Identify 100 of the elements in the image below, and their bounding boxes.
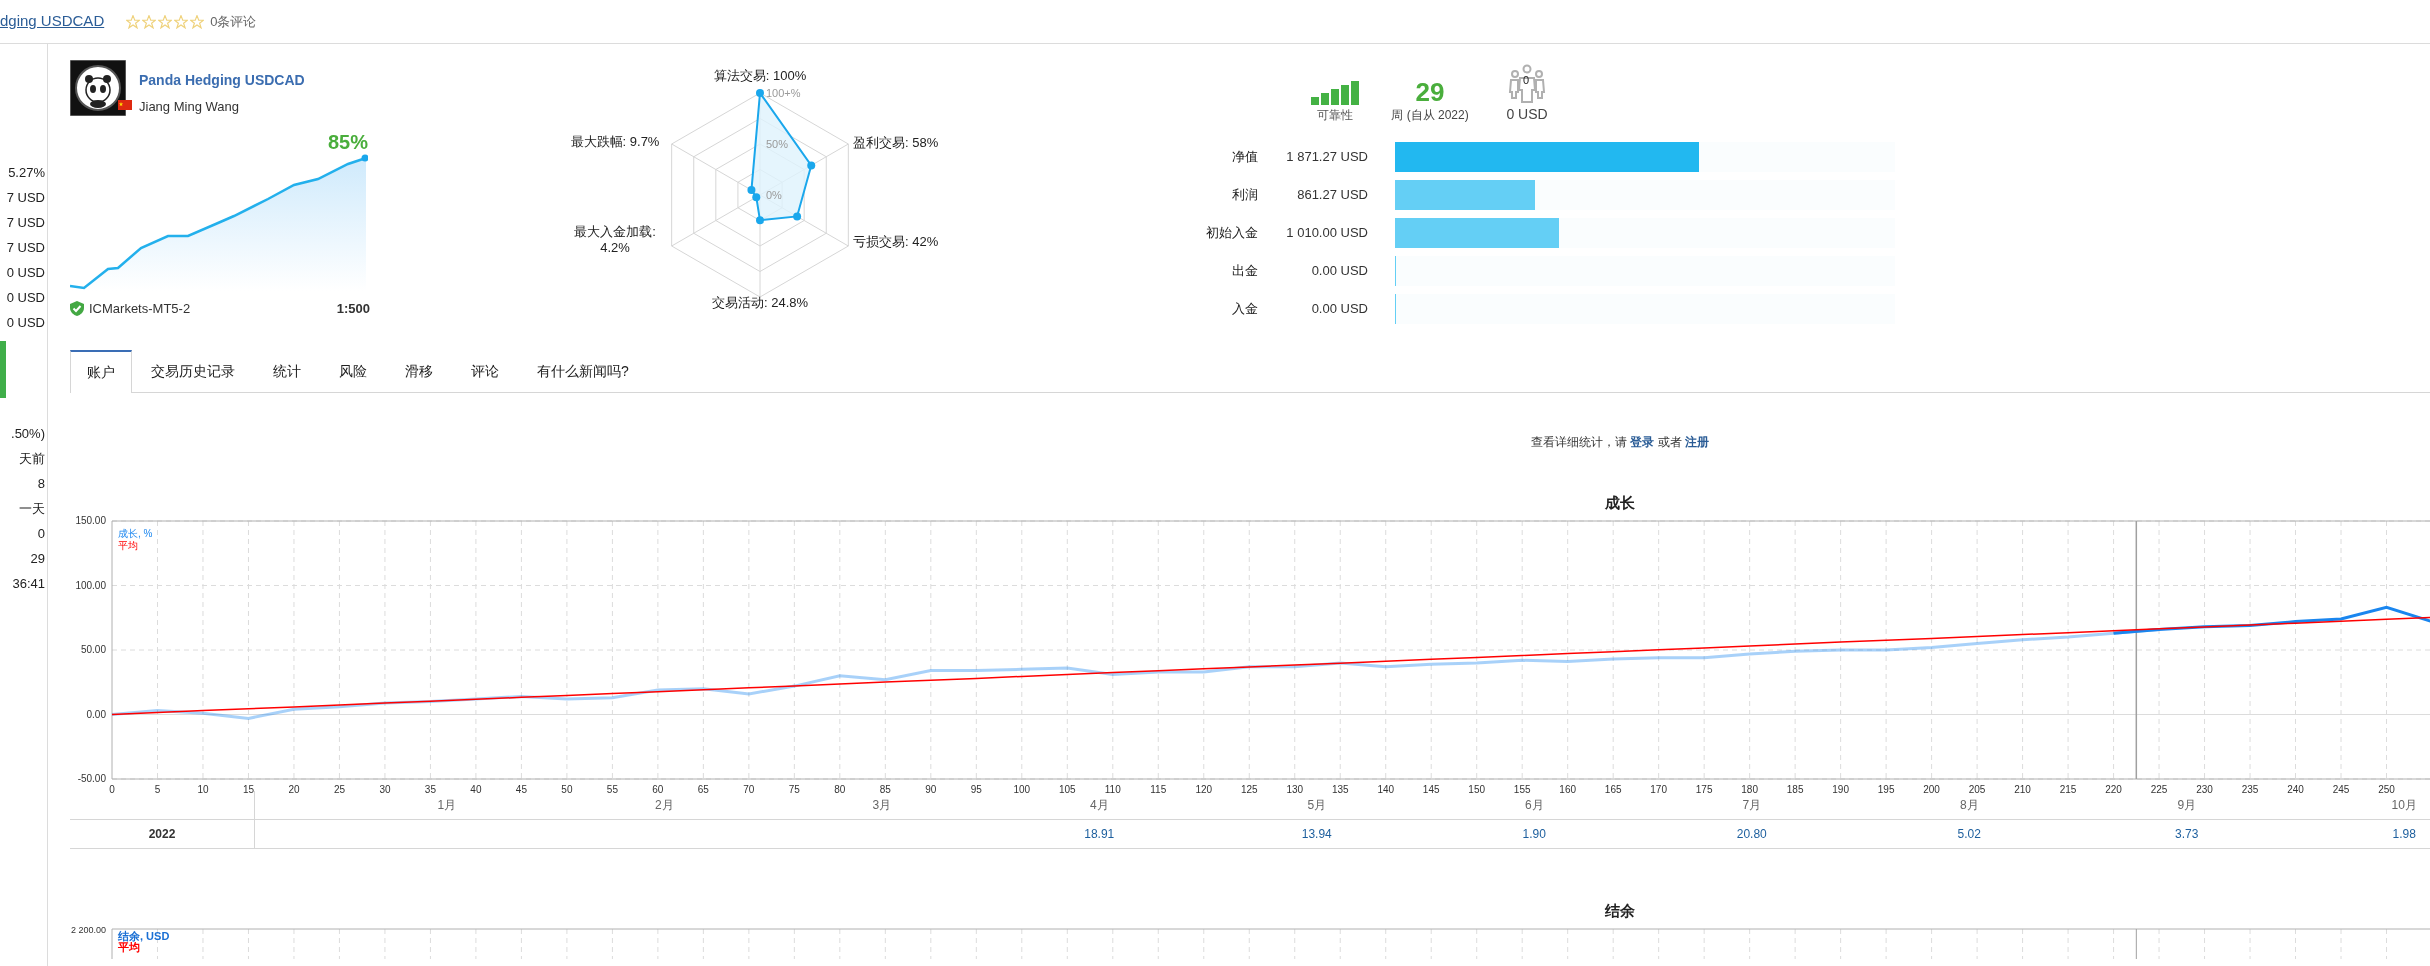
axis-label: 亏损交易: 42% [853,234,939,250]
sidebar-value: 0 [37,525,45,543]
axis-label: 175 [1695,784,1713,795]
axis-label: 195 [1877,784,1895,795]
sidebar-value: 8 [37,475,45,493]
star-icon [190,14,205,29]
stat-label: 净值 [1231,148,1258,167]
axis-label: 20 [288,784,300,795]
legend-label: 平均 [118,540,138,551]
review-count: 0条评论 [210,12,257,31]
tab[interactable]: 有什么新闻吗? [518,351,648,392]
axis-label: 235 [2241,784,2259,795]
stat-label: 初始入金 [1205,224,1258,243]
sidebar-value: 5.27% [8,164,45,182]
axis-label: 110 [1104,784,1121,795]
month-value: 1.98 [2392,826,2416,843]
axis-label: 5 [154,784,161,795]
tab[interactable]: 统计 [254,351,320,392]
chart-title: 成长 [1605,492,1635,513]
axis-label: 220 [2105,784,2122,795]
axis-label: 55 [606,784,618,795]
axis-label: 170 [1650,784,1667,795]
login-link[interactable]: 登录 [1630,435,1655,449]
month-label: 9月 [2177,797,2197,814]
subscriber-count: 0 [1523,74,1530,86]
axis-label: 35 [424,784,436,795]
sidebar-value: 7 USD [6,239,45,257]
tab[interactable]: 评论 [452,351,518,392]
month-label: 2月 [654,797,674,814]
axis-label: 0.00 [86,708,106,720]
stat-value: 861.27 USD [1296,186,1368,205]
axis-label: 140 [1377,784,1395,795]
month-label: 10月 [2391,797,2417,814]
tab[interactable]: 账户 [70,350,132,393]
panda-logo-icon [70,60,126,116]
axis-label: 盈利交易: 58% [853,135,939,151]
flag-icon [118,100,132,110]
month-label: 3月 [872,797,892,814]
ring-label: 0% [766,189,782,201]
axis-label: 80 [834,784,846,795]
axis-label: 115 [1150,784,1167,795]
axis-label: 215 [2059,784,2077,795]
register-link[interactable]: 注册 [1685,435,1709,449]
ring-label: 50% [766,138,789,150]
axis-label: 100 [1013,784,1031,795]
axis-label: 150 [1468,784,1486,795]
star-icon [142,14,157,29]
stat-label: 入金 [1231,300,1258,319]
axis-label: 150.00 [75,515,106,526]
star-icon [158,14,173,29]
axis-label: 0 [109,784,115,795]
axis-label: 10 [197,784,209,795]
axis-label: 45 [515,784,527,795]
tab[interactable]: 风险 [320,351,386,392]
signal-name[interactable]: Panda Hedging USDCAD [139,70,305,91]
sidebar-value: 7 USD [6,214,45,232]
axis-label: 240 [2287,784,2304,795]
axis-label: 50.00 [80,644,106,655]
sidebar-value: 0 USD [6,289,45,307]
month-label: 7月 [1742,797,1762,814]
stat-value: 1 010.00 USD [1285,224,1368,243]
status-strip [0,341,6,398]
axis-label: 190 [1832,784,1849,795]
month-value: 20.80 [1736,826,1767,843]
month-label: 4月 [1089,797,1109,814]
stat-label: 利润 [1231,186,1258,205]
axis-label: 250 [2378,784,2395,795]
axis-label: 205 [1968,784,1986,795]
month-label: 5月 [1307,797,1327,814]
legend-label: 成长, % [118,528,153,539]
server-name: ICMarkets-MT5-2 [89,299,191,318]
axis-label: 40 [470,784,482,795]
leverage: 1:500 [336,299,370,318]
page-title-link[interactable]: dging USDCAD [0,10,105,33]
axis-label: 25 [333,784,345,795]
tab[interactable]: 交易历史记录 [132,351,254,392]
axis-label: 95 [970,784,982,795]
axis-label: 200 [1923,784,1940,795]
axis-label: -50.00 [77,773,106,784]
ring-label: 100+% [766,87,801,99]
axis-label: 最大入金加载: 4.2% [573,224,657,256]
month-value: 18.91 [1084,826,1115,843]
axis-label: 130 [1286,784,1304,795]
stat-label: 出金 [1231,262,1258,281]
month-value: 13.94 [1301,826,1332,843]
subscriber-funds: 0 USD [1506,106,1548,122]
month-label: 8月 [1959,797,1979,814]
star-icon [126,14,141,29]
axis-label: 185 [1786,784,1804,795]
stat-value: 0.00 USD [1310,300,1368,319]
axis-label: 90 [925,784,937,795]
axis-label: 135 [1331,784,1349,795]
sidebar-value: 29 [30,550,45,568]
login-prompt: 查看详细统计，请 登录 或者 注册 [1531,434,1709,451]
axis-label: 155 [1513,784,1531,795]
tab[interactable]: 滑移 [386,351,452,392]
sidebar-value: 7 USD [6,189,45,207]
axis-label: 145 [1422,784,1440,795]
axis-label: 105 [1058,784,1076,795]
sidebar-value: 0 USD [6,314,45,332]
